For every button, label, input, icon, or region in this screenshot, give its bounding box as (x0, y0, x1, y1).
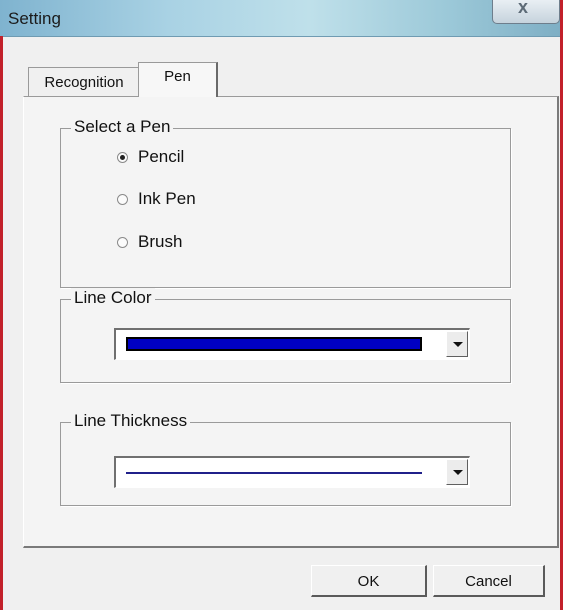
chevron-down-icon (453, 342, 463, 347)
window-frame-left (0, 36, 3, 610)
select-pen-legend: Select a Pen (71, 117, 174, 137)
radio-button-checked[interactable] (117, 151, 128, 163)
cancel-button[interactable]: Cancel (433, 565, 545, 597)
radio-button[interactable] (117, 236, 128, 248)
radio-brush[interactable]: Brush (117, 231, 182, 253)
line-color-dropdown[interactable] (114, 328, 470, 360)
dropdown-button[interactable] (446, 331, 468, 357)
tab-recognition[interactable]: Recognition (28, 67, 140, 96)
chevron-down-icon (453, 470, 463, 475)
tab-pen-label: Pen (164, 68, 191, 85)
title-bar[interactable]: Setting x (0, 0, 563, 37)
line-thickness-dropdown[interactable] (114, 456, 470, 488)
radio-ink-pen-label: Ink Pen (138, 189, 196, 208)
tab-recognition-label: Recognition (44, 74, 124, 91)
line-color-legend: Line Color (71, 288, 155, 308)
ok-button-label: OK (357, 573, 380, 590)
radio-ink-pen[interactable]: Ink Pen (117, 188, 196, 210)
dropdown-button[interactable] (446, 459, 468, 485)
radio-button[interactable] (117, 193, 128, 205)
cancel-button-label: Cancel (465, 573, 512, 590)
close-button[interactable]: x (492, 0, 560, 24)
line-thickness-legend: Line Thickness (71, 411, 191, 431)
thickness-line-preview (126, 472, 422, 474)
color-swatch (126, 337, 422, 351)
tab-pen[interactable]: Pen (138, 62, 218, 97)
settings-dialog: Setting x Recognition Pen Select a Pen P… (0, 0, 563, 610)
close-icon: x (518, 0, 529, 17)
window-title: Setting (8, 9, 61, 28)
radio-pencil-label: Pencil (138, 147, 185, 166)
radio-pencil[interactable]: Pencil (117, 146, 184, 168)
ok-button[interactable]: OK (311, 565, 427, 597)
radio-brush-label: Brush (138, 232, 183, 251)
